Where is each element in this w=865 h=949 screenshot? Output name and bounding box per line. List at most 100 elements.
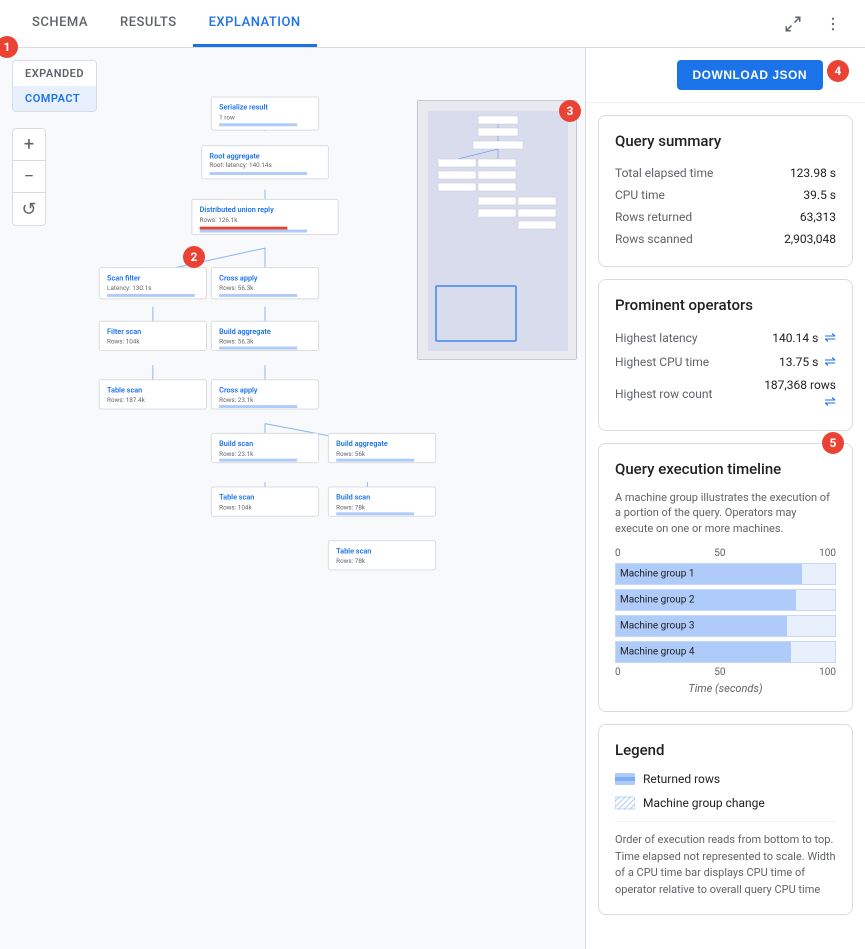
tab-explanation[interactable]: EXPLANATION xyxy=(193,0,317,47)
right-panel: DOWNLOAD JSON 4 Query summary Total elap… xyxy=(585,48,865,949)
link-icon-0[interactable]: ⇌ xyxy=(824,330,836,346)
zoom-reset-btn[interactable]: ↺ xyxy=(13,193,45,225)
summary-value: 63,313 xyxy=(800,210,836,224)
query-summary-card: Query summary Total elapsed time 123.98 … xyxy=(598,115,853,267)
machine-group-change-swatch xyxy=(615,795,635,811)
summary-row: Rows returned 63,313 xyxy=(615,206,836,228)
zoom-in-btn[interactable]: + xyxy=(13,129,45,161)
prominent-operators-title: Prominent operators xyxy=(615,296,836,314)
svg-text:Rows: 23.1k: Rows: 23.1k xyxy=(219,450,254,458)
operator-label: Highest latency xyxy=(615,331,698,345)
expanded-btn[interactable]: EXPANDED xyxy=(13,61,96,86)
svg-text:Rows: 104k: Rows: 104k xyxy=(107,338,140,346)
svg-text:Rows: 78k: Rows: 78k xyxy=(336,503,366,511)
summary-row: CPU time 39.5 s xyxy=(615,184,836,206)
legend-label-machine-group-change: Machine group change xyxy=(643,796,765,810)
bar-machine-group-1[interactable]: Machine group 1 xyxy=(615,563,836,585)
chart-bars: Machine group 1 Machine group 2 Machine … xyxy=(615,563,836,663)
svg-text:Serialize result: Serialize result xyxy=(219,103,268,112)
svg-text:Root aggregate: Root aggregate xyxy=(209,151,259,160)
summary-row: Rows scanned 2,903,048 xyxy=(615,228,836,250)
prominent-operators-card: Prominent operators Highest latency 140.… xyxy=(598,279,853,431)
minimap[interactable] xyxy=(417,100,577,360)
bar-label-2: Machine group 2 xyxy=(620,595,695,606)
chart-top-axis: 0 50 100 xyxy=(615,548,836,559)
view-toggle: EXPANDED COMPACT xyxy=(12,60,97,112)
svg-text:Rows: 126.1k: Rows: 126.1k xyxy=(200,216,239,224)
legend-title: Legend xyxy=(615,741,836,759)
chart-area: 0 50 100 Machine group 1 Machine group 2 xyxy=(615,548,836,695)
timeline-title: Query execution timeline xyxy=(615,460,836,478)
svg-text:Distributed union reply: Distributed union reply xyxy=(200,205,274,214)
timeline-card: Query execution timeline A machine group… xyxy=(598,443,853,712)
svg-text:Latency: 130.1s: Latency: 130.1s xyxy=(107,284,151,292)
tab-bar: SCHEMA RESULTS EXPLANATION 1 xyxy=(0,0,865,48)
link-icon-2[interactable]: ⇌ xyxy=(824,394,836,410)
operator-value: 13.75 s ⇌ xyxy=(779,354,836,370)
svg-text:Build aggregate: Build aggregate xyxy=(219,327,271,336)
svg-text:Rows: 187.4k: Rows: 187.4k xyxy=(107,396,146,404)
summary-label: Rows returned xyxy=(615,210,692,224)
svg-text:Table scan: Table scan xyxy=(219,493,254,502)
download-btn-area: DOWNLOAD JSON 4 xyxy=(586,48,865,103)
bar-machine-group-4[interactable]: Machine group 4 xyxy=(615,641,836,663)
operator-label: Highest CPU time xyxy=(615,355,709,369)
svg-text:Cross apply: Cross apply xyxy=(219,273,258,282)
svg-text:Rows: 56k: Rows: 56k xyxy=(336,450,366,458)
zoom-out-btn[interactable]: − xyxy=(13,161,45,193)
svg-text:Rows: 56.3k: Rows: 56.3k xyxy=(219,284,254,292)
bar-machine-group-2[interactable]: Machine group 2 xyxy=(615,589,836,611)
svg-text:Rows: 23.1k: Rows: 23.1k xyxy=(219,396,254,404)
returned-rows-swatch xyxy=(615,771,635,787)
summary-row: Total elapsed time 123.98 s xyxy=(615,162,836,184)
svg-text:Table scan: Table scan xyxy=(336,546,371,555)
operator-row: Highest CPU time 13.75 s ⇌ xyxy=(615,350,836,374)
svg-text:Rows: 78k: Rows: 78k xyxy=(336,557,366,565)
compact-btn[interactable]: COMPACT xyxy=(13,86,96,111)
chart-x-label: Time (seconds) xyxy=(615,682,836,695)
legend-card: Legend Returned rows xyxy=(598,724,853,915)
query-plan-diagram: Serialize result 1 row Root aggregate Ro… xyxy=(50,58,480,838)
legend-label-returned-rows: Returned rows xyxy=(643,772,720,786)
legend-item-returned-rows: Returned rows xyxy=(615,771,836,787)
tab-schema[interactable]: SCHEMA xyxy=(16,0,104,47)
more-menu-icon[interactable] xyxy=(817,8,849,40)
summary-value: 2,903,048 xyxy=(784,232,836,246)
operator-row: Highest row count 187,368 rows ⇌ xyxy=(615,374,836,414)
svg-text:1 row: 1 row xyxy=(219,113,235,121)
tab-results[interactable]: RESULTS xyxy=(104,0,193,47)
svg-text:Build aggregate: Build aggregate xyxy=(336,439,388,448)
svg-text:Build scan: Build scan xyxy=(336,493,370,502)
zoom-controls: + − ↺ xyxy=(12,128,46,226)
operator-row: Highest latency 140.14 s ⇌ xyxy=(615,326,836,350)
svg-text:Table scan: Table scan xyxy=(107,385,142,394)
operator-value: 140.14 s ⇌ xyxy=(772,330,836,346)
summary-label: CPU time xyxy=(615,188,665,202)
legend-item-machine-group-change: Machine group change xyxy=(615,795,836,811)
svg-text:Rows: 56.3k: Rows: 56.3k xyxy=(219,338,254,346)
download-json-button[interactable]: DOWNLOAD JSON xyxy=(677,60,824,90)
summary-rows: Total elapsed time 123.98 s CPU time 39.… xyxy=(615,162,836,250)
step-3: 3 xyxy=(559,100,581,122)
left-panel: EXPANDED COMPACT + − ↺ 2 xyxy=(0,48,585,949)
fullscreen-icon[interactable] xyxy=(777,8,809,40)
query-summary-title: Query summary xyxy=(615,132,836,150)
summary-value: 123.98 s xyxy=(790,166,836,180)
summary-label: Total elapsed time xyxy=(615,166,713,180)
timeline-description: A machine group illustrates the executio… xyxy=(615,490,836,536)
link-icon-1[interactable]: ⇌ xyxy=(824,354,836,370)
svg-text:Rows: 104k: Rows: 104k xyxy=(219,503,252,511)
operator-label: Highest row count xyxy=(615,387,712,401)
bar-label-1: Machine group 1 xyxy=(620,569,695,580)
step-2: 2 xyxy=(183,246,205,268)
main-content: EXPANDED COMPACT + − ↺ 2 xyxy=(0,48,865,949)
legend-note: Order of execution reads from bottom to … xyxy=(615,821,836,898)
bar-machine-group-3[interactable]: Machine group 3 xyxy=(615,615,836,637)
step-4: 4 xyxy=(827,60,849,82)
bar-label-3: Machine group 3 xyxy=(620,621,695,632)
svg-text:Cross apply: Cross apply xyxy=(219,385,258,394)
svg-text:Filter scan: Filter scan xyxy=(107,327,141,336)
svg-text:Scan filter: Scan filter xyxy=(107,273,141,282)
bar-label-4: Machine group 4 xyxy=(620,647,695,658)
step-5: 5 xyxy=(822,432,844,454)
